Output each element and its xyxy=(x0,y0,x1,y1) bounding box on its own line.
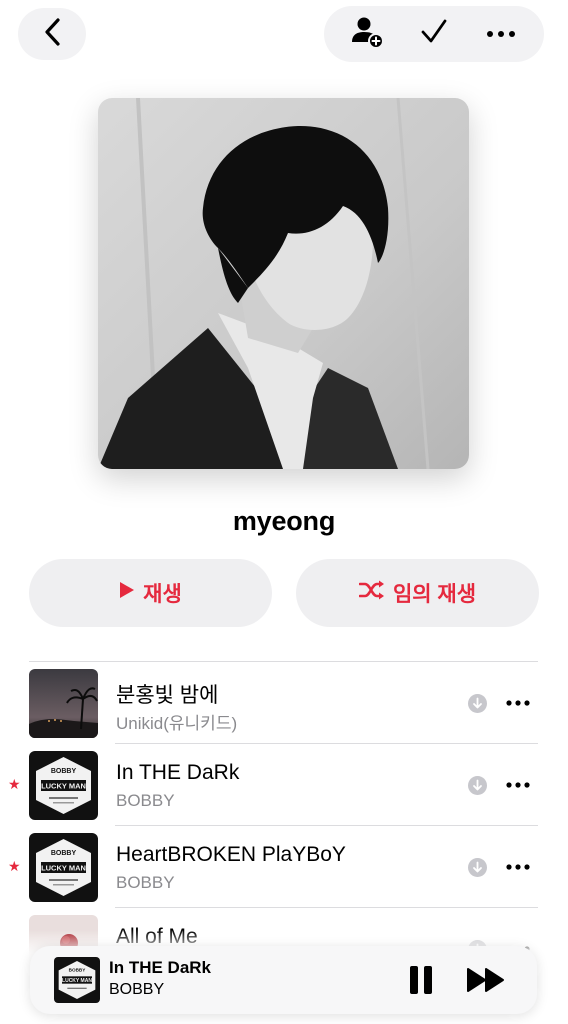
track-row[interactable]: 분홍빛 밤에 Unikid(유니키드) xyxy=(0,661,568,743)
lucky-man-artwork: BOBBY LUCKY MAN xyxy=(29,751,98,820)
album-art-name: LUCKY MAN xyxy=(41,864,86,873)
now-playing-artwork: BOBBY LUCKY MAN xyxy=(54,957,100,1003)
track-title: In THE DaRk xyxy=(116,761,240,784)
download-icon[interactable] xyxy=(468,776,487,795)
mini-player[interactable]: BOBBY LUCKY MAN In THE DaRk BOBBY xyxy=(30,946,537,1014)
now-playing-title: In THE DaRk xyxy=(109,958,212,977)
album-art-brand: BOBBY xyxy=(51,850,77,857)
select-button[interactable] xyxy=(412,12,456,56)
more-button[interactable] xyxy=(479,12,523,56)
night-palm-artwork xyxy=(29,669,98,738)
album-art-brand: BOBBY xyxy=(69,968,87,973)
track-artist: BOBBY xyxy=(116,873,175,892)
header-actions xyxy=(324,6,544,62)
track-more-icon[interactable] xyxy=(504,775,532,795)
add-collaborator-icon xyxy=(349,14,385,55)
track-more-icon[interactable] xyxy=(504,857,532,877)
divider xyxy=(115,743,538,744)
shuffle-button[interactable]: 임의 재생 xyxy=(296,559,539,627)
download-icon[interactable] xyxy=(468,858,487,877)
track-row[interactable]: ★ BOBBY LUCKY MAN In THE DaRk BOBBY xyxy=(0,743,568,825)
album-art-name: LUCKY MAN xyxy=(41,782,86,791)
favorite-star-icon: ★ xyxy=(8,858,21,874)
divider xyxy=(29,661,538,662)
divider xyxy=(115,907,538,908)
fast-forward-icon[interactable] xyxy=(466,966,506,994)
more-icon xyxy=(486,25,516,43)
playlist-title: myeong xyxy=(232,506,336,536)
playlist-artwork xyxy=(98,98,469,469)
shuffle-icon xyxy=(358,580,385,606)
track-more-icon[interactable] xyxy=(504,693,532,713)
lucky-man-artwork: BOBBY LUCKY MAN xyxy=(29,833,98,902)
track-row[interactable]: ★ BOBBY LUCKY MAN HeartBROKEN PlaYBoY BO… xyxy=(0,825,568,907)
shuffle-button-label: 임의 재생 xyxy=(392,583,477,606)
favorite-star-icon: ★ xyxy=(8,776,21,792)
album-art-brand: BOBBY xyxy=(51,768,77,775)
track-title: 분홍빛 밤에 xyxy=(116,684,219,707)
checkmark-icon xyxy=(419,17,449,52)
chevron-left-icon xyxy=(43,17,61,52)
now-playing-artist: BOBBY xyxy=(109,981,165,998)
divider xyxy=(115,825,538,826)
download-icon[interactable] xyxy=(468,694,487,713)
play-icon xyxy=(119,581,135,605)
back-button[interactable] xyxy=(18,8,86,60)
play-button-label: 재생 xyxy=(143,583,182,606)
track-title: HeartBROKEN PlaYBoY xyxy=(116,843,346,866)
play-button[interactable]: 재생 xyxy=(29,559,272,627)
add-collaborator-button[interactable] xyxy=(345,12,389,56)
album-art-name: LUCKY MAN xyxy=(62,978,92,984)
pause-icon[interactable] xyxy=(409,964,433,996)
track-artist: Unikid(유니키드) xyxy=(116,714,238,733)
track-artist: BOBBY xyxy=(116,791,175,810)
